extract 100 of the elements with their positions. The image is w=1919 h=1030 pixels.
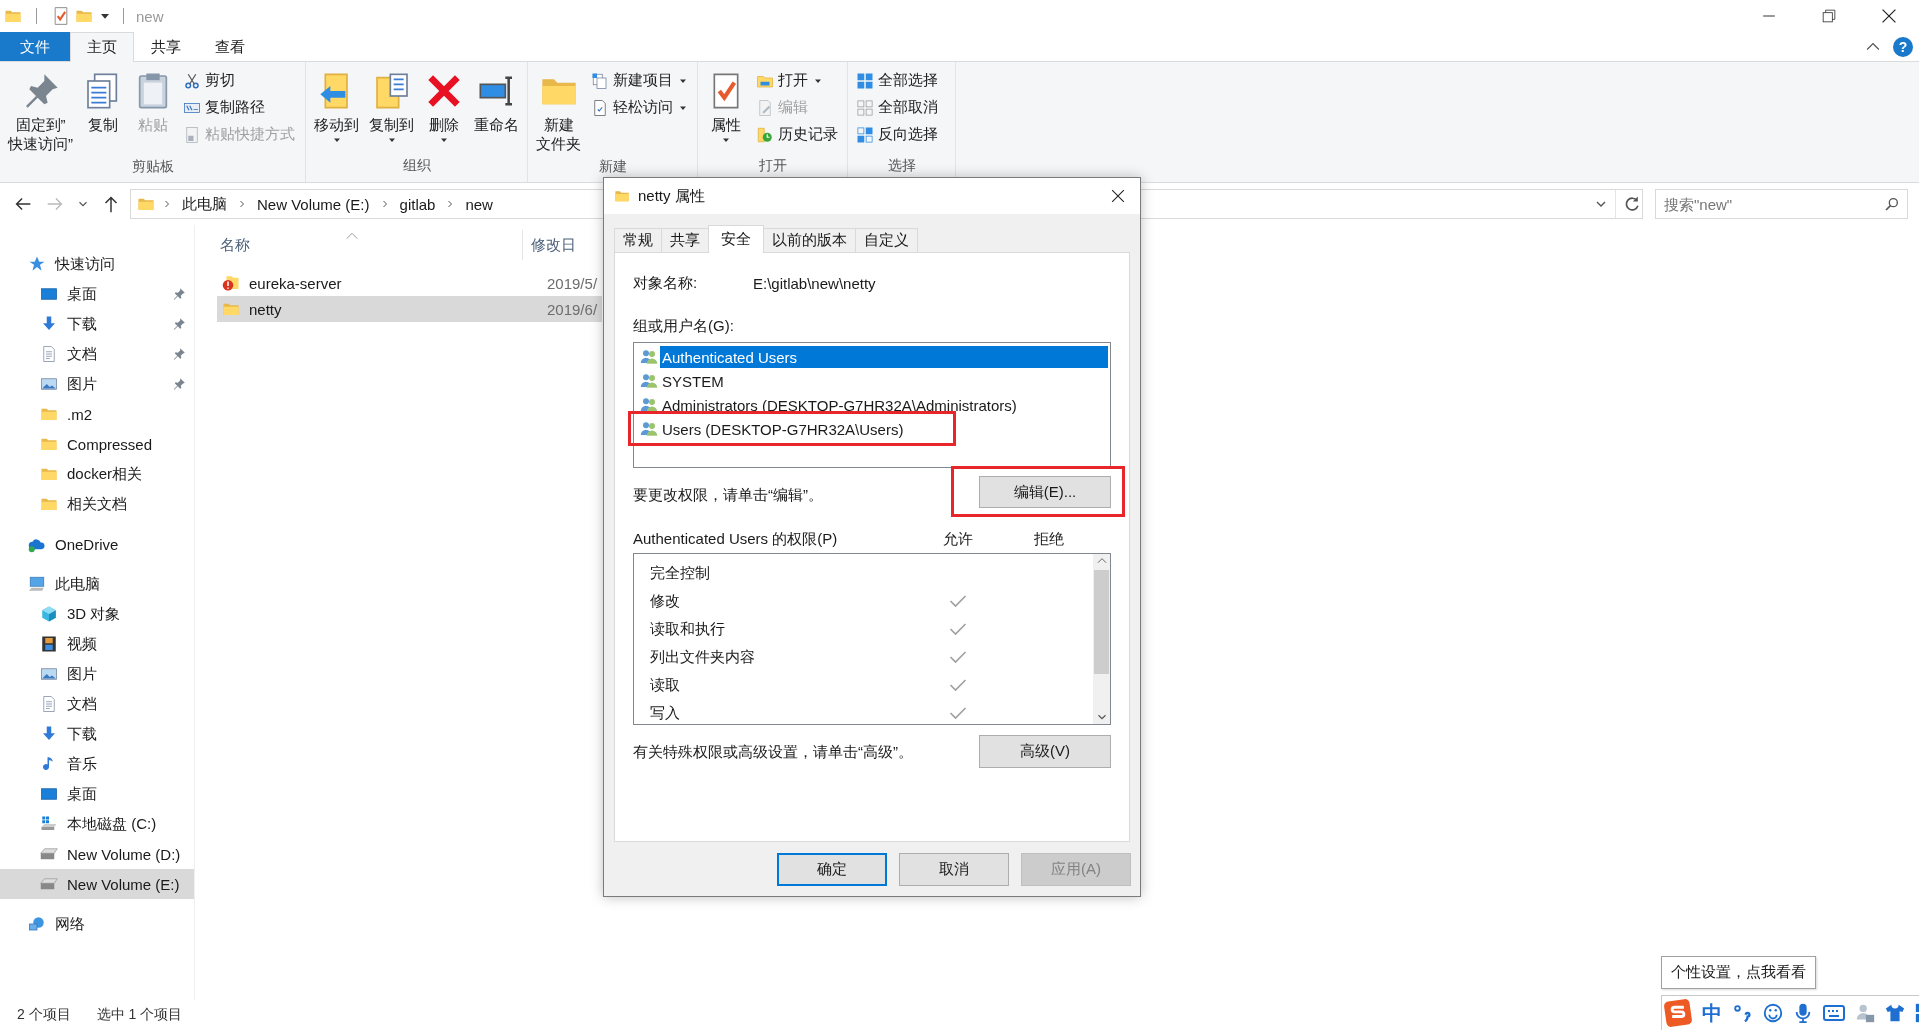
edit-button[interactable]: 编辑(E)... [979, 476, 1111, 508]
breadcrumb[interactable]: 此电脑 [179, 194, 230, 214]
nav-item[interactable]: Compressed [0, 429, 194, 459]
search-field[interactable]: 搜索"new" [1655, 189, 1908, 219]
user-list-item[interactable]: Authenticated Users [660, 346, 1108, 368]
dialog-tab[interactable]: 常规 [614, 228, 662, 252]
document-icon [40, 695, 58, 713]
help-button[interactable]: ? [1893, 36, 1913, 57]
desktop-icon [40, 285, 58, 303]
permission-name: 读取和执行 [649, 619, 726, 639]
ribbon-tab[interactable]: 共享 [134, 32, 198, 61]
nav-item[interactable]: OneDrive [0, 529, 194, 559]
file-name: netty [248, 300, 283, 318]
shirt-icon[interactable] [1884, 1002, 1906, 1024]
hint-text: 要更改权限，请单击“编辑”。 [633, 486, 823, 505]
smiley-icon[interactable] [1762, 1002, 1784, 1024]
nav-item[interactable]: 桌面 [0, 779, 194, 809]
file-date: 2019/5/ [546, 274, 598, 292]
column-header[interactable]: 名称 [217, 230, 522, 260]
scrollbar-track[interactable] [1093, 554, 1110, 724]
advanced-button[interactable]: 高级(V) [979, 735, 1111, 768]
desktop-icon [40, 785, 58, 803]
ribbon-button[interactable]: 反向选择 [852, 122, 942, 147]
document-icon [40, 345, 58, 363]
user-list-item[interactable]: Users (DESKTOP-G7HR32A\Users) [660, 418, 1108, 440]
permission-name: 完全控制 [649, 563, 711, 583]
nav-item[interactable]: 下载 [0, 719, 194, 749]
ribbon-button[interactable]: 全部取消 [852, 95, 942, 120]
object-name: E:\gitlab\new\netty [753, 274, 876, 292]
user-list-item[interactable]: SYSTEM [660, 370, 1108, 392]
nav-item[interactable]: 文档 [0, 689, 194, 719]
ribbon-button[interactable]: 打开 [752, 68, 842, 93]
column-header: 允许 [942, 530, 974, 549]
film-icon [40, 635, 58, 653]
scrollbar-thumb[interactable] [1094, 570, 1109, 674]
dialog-button[interactable]: 确定 [777, 853, 887, 886]
ribbon-button[interactable]: 属性 [702, 66, 750, 151]
ribbon-button[interactable]: 新建 文件夹 [532, 66, 585, 158]
ribbon-tab[interactable]: 文件 [0, 32, 70, 61]
breadcrumb[interactable]: New Volume (E:) [254, 195, 373, 213]
nav-item[interactable]: docker相关 [0, 459, 194, 489]
ribbon-button[interactable]: 复制 [79, 66, 127, 139]
nav-item[interactable]: 图片 [0, 659, 194, 689]
breadcrumb[interactable]: gitlab [396, 195, 439, 213]
dialog-tab[interactable]: 自定义 [855, 228, 918, 252]
ribbon-button[interactable]: 重命名 [470, 66, 523, 139]
nav-item[interactable]: 3D 对象 [0, 599, 194, 629]
person-icon[interactable] [1854, 1002, 1876, 1024]
dialog-button[interactable]: 取消 [899, 853, 1009, 886]
nav-item[interactable]: 相关文档 [0, 489, 194, 519]
ribbon-button[interactable]: 复制到 [365, 66, 418, 151]
computer-icon [28, 575, 46, 593]
selection-count: 选中 1 个项目 [96, 1006, 183, 1024]
column-header[interactable]: 修改日 [523, 230, 576, 260]
dialog-tab[interactable]: 安全 [708, 225, 764, 253]
nav-item[interactable]: 网络 [0, 909, 194, 939]
punctuation-icon[interactable] [1732, 1002, 1754, 1024]
item-count: 2 个项目 [17, 1006, 71, 1024]
group-label: 选择 [886, 157, 917, 175]
nav-item[interactable]: New Volume (D:) [0, 839, 194, 869]
nav-item[interactable]: 下载 [0, 309, 194, 339]
nav-item[interactable]: New Volume (E:) [0, 869, 194, 899]
new-item-icon [591, 71, 609, 90]
file-date: 2019/6/ [546, 300, 598, 318]
field-label: 对象名称: [633, 273, 699, 293]
ribbon-tab[interactable]: 查看 [198, 32, 262, 61]
user-group-icon [640, 372, 658, 390]
ribbon-button[interactable]: 删除 [420, 66, 468, 151]
ribbon-button[interactable]: 历史记录 [752, 122, 842, 147]
nav-item[interactable]: 图片 [0, 369, 194, 399]
ribbon-button[interactable]: 轻松访问 [587, 95, 693, 120]
star-icon [28, 255, 46, 273]
ribbon-button[interactable]: 固定到” 快速访问” [4, 66, 77, 158]
user-group-icon [640, 348, 658, 366]
breadcrumb[interactable]: new [462, 195, 496, 213]
nav-item[interactable]: 文档 [0, 339, 194, 369]
file-row[interactable]: eureka-server 2019/5/ [217, 270, 602, 296]
logo-icon[interactable] [1664, 999, 1692, 1027]
nav-item[interactable]: 本地磁盘 (C:) [0, 809, 194, 839]
ribbon-button[interactable]: 复制路径 [179, 95, 299, 120]
field-label: Authenticated Users 的权限(P) [633, 530, 839, 549]
nav-item[interactable]: 视频 [0, 629, 194, 659]
user-list-item[interactable]: Administrators (DESKTOP-G7HR32A\Administrators) [660, 394, 1108, 416]
ribbon-button[interactable]: 剪切 [179, 68, 299, 93]
file-name: eureka-server [248, 274, 343, 292]
nav-item[interactable]: 桌面 [0, 279, 194, 309]
file-row[interactable]: netty 2019/6/ [217, 296, 602, 322]
ribbon-tab[interactable]: 主页 [70, 32, 134, 62]
permission-name: 写入 [649, 703, 681, 723]
picture-icon [40, 665, 58, 683]
nav-item[interactable]: 音乐 [0, 749, 194, 779]
window-title: new [136, 7, 164, 25]
ribbon-button[interactable]: 移动到 [310, 66, 363, 151]
ribbon-button[interactable]: 全部选择 [852, 68, 942, 93]
input-mode-button[interactable]: 中 [1700, 999, 1724, 1027]
nav-item[interactable]: .m2 [0, 399, 194, 429]
nav-item[interactable]: 快速访问 [0, 249, 194, 279]
ribbon-button[interactable]: 新建项目 [587, 68, 693, 93]
user-group-icon [640, 420, 658, 438]
nav-item[interactable]: 此电脑 [0, 569, 194, 599]
